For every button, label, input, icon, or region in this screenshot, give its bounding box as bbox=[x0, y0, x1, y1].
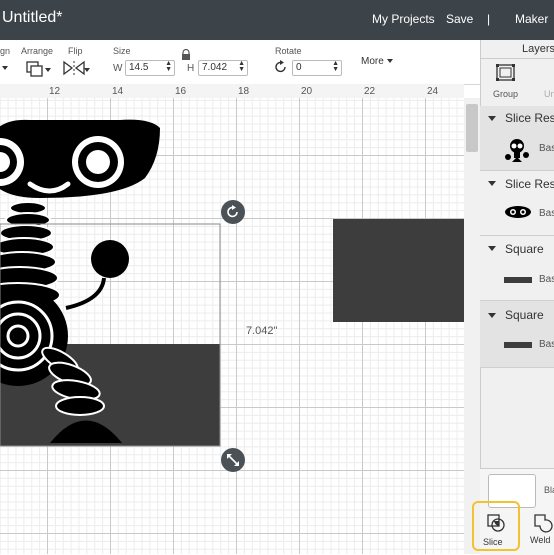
height-value: 7.042 bbox=[202, 62, 228, 73]
layer-item-slice-result-1[interactable]: Slice Res Bas bbox=[480, 106, 554, 171]
more-menu-button[interactable]: More bbox=[361, 56, 393, 67]
rotate-stepper-icon[interactable]: ▲ ▼ bbox=[332, 60, 339, 73]
ruler-tick: 12 bbox=[49, 86, 61, 97]
rectangle-thumbnail-icon bbox=[504, 277, 532, 283]
layer-item-slice-result-2[interactable]: Slice Res Bas bbox=[480, 171, 554, 236]
square-shape-2 bbox=[333, 219, 464, 322]
layer-name: Slice Res bbox=[505, 111, 554, 125]
horizontal-ruler: 12 14 16 18 20 22 24 bbox=[0, 84, 464, 99]
ruler-tick: 24 bbox=[427, 86, 439, 97]
align-dropdown-icon[interactable] bbox=[2, 66, 8, 70]
height-label: H bbox=[187, 63, 195, 74]
more-label: More bbox=[361, 56, 384, 67]
layers-panel-header: Layers bbox=[481, 40, 554, 59]
resize-handle[interactable] bbox=[221, 448, 245, 472]
rotate-input[interactable]: 0 ▲ ▼ bbox=[292, 60, 342, 76]
width-label: W bbox=[113, 63, 123, 74]
width-value: 14.5 bbox=[129, 62, 149, 73]
flip-button[interactable] bbox=[62, 59, 90, 77]
layers-bottom-toolbar: Bla Slice Weld bbox=[472, 468, 554, 555]
slice-button[interactable]: Slice bbox=[472, 501, 520, 551]
height-input[interactable]: 7.042 ▲ ▼ bbox=[198, 60, 248, 76]
layers-title: Layers bbox=[522, 43, 554, 55]
design-canvas[interactable]: 7.042" bbox=[0, 98, 464, 554]
weld-icon bbox=[534, 514, 553, 533]
group-icon bbox=[496, 64, 515, 81]
layer-sub-label: Bas bbox=[539, 339, 554, 350]
scrollbar-thumb[interactable] bbox=[466, 104, 478, 152]
size-label: Size bbox=[113, 46, 131, 56]
layer-item-square-2[interactable]: Square Bas bbox=[480, 301, 554, 368]
layer-sub-label: Bas bbox=[539, 274, 554, 285]
ruler-tick: 18 bbox=[238, 86, 250, 97]
align-label: gn bbox=[0, 46, 11, 56]
ruler-tick: 22 bbox=[364, 86, 376, 97]
collapse-icon[interactable] bbox=[488, 181, 496, 186]
ruler-tick: 14 bbox=[112, 86, 124, 97]
ruler-tick: 16 bbox=[175, 86, 187, 97]
layer-sub-label: Bas bbox=[539, 143, 554, 154]
collapse-icon[interactable] bbox=[488, 246, 496, 251]
weld-button[interactable]: Weld bbox=[528, 503, 554, 549]
arrange-button[interactable] bbox=[25, 59, 51, 77]
layer-name: Slice Res bbox=[505, 177, 554, 191]
weld-label: Weld bbox=[530, 535, 551, 545]
edit-toolbar: gn Arrange Flip Size W 14.5 ▲ ▼ H 7.042 ▲… bbox=[0, 40, 480, 85]
slice-label: Slice bbox=[483, 537, 503, 547]
canvas-artwork bbox=[0, 119, 464, 447]
rotate-handle-icon bbox=[227, 205, 238, 218]
rectangle-thumbnail-icon bbox=[504, 342, 532, 348]
my-projects-link[interactable]: My Projects bbox=[372, 12, 435, 26]
blank-canvas-label: Bla bbox=[544, 485, 554, 495]
document-title: Untitled* bbox=[2, 9, 63, 26]
layer-sub-label: Bas bbox=[539, 208, 554, 219]
app-header: Untitled* My Projects Save | Maker bbox=[0, 0, 554, 40]
save-button[interactable]: Save bbox=[446, 12, 473, 26]
resize-handle-icon bbox=[227, 454, 239, 466]
collapse-icon[interactable] bbox=[488, 313, 496, 318]
rotate-handle[interactable] bbox=[221, 200, 245, 224]
more-dropdown-icon bbox=[386, 59, 393, 64]
group-button[interactable]: Group bbox=[491, 62, 521, 100]
height-dimension-label: 7.042" bbox=[246, 325, 278, 337]
header-separator: | bbox=[487, 12, 491, 26]
lock-icon[interactable] bbox=[180, 48, 192, 60]
width-input[interactable]: 14.5 ▲ ▼ bbox=[125, 60, 175, 76]
arrange-icon bbox=[26, 61, 51, 77]
flip-icon bbox=[63, 60, 90, 76]
arrange-label: Arrange bbox=[21, 46, 54, 56]
ruler-tick: 20 bbox=[301, 86, 313, 97]
layer-name: Square bbox=[505, 308, 544, 322]
rotate-icon bbox=[274, 60, 288, 74]
width-stepper-icon[interactable]: ▲ ▼ bbox=[165, 60, 172, 73]
collapse-icon[interactable] bbox=[488, 116, 496, 121]
layer-name: Square bbox=[505, 242, 544, 256]
robot-thumbnail-icon bbox=[504, 138, 530, 162]
canvas-scrollbar[interactable] bbox=[464, 98, 480, 554]
layer-item-square-1[interactable]: Square Bas bbox=[480, 236, 554, 301]
height-stepper-icon[interactable]: ▲ ▼ bbox=[238, 60, 245, 73]
rotate-label: Rotate bbox=[275, 46, 302, 56]
group-label: Group bbox=[493, 89, 519, 99]
rotate-value: 0 bbox=[296, 62, 302, 73]
flip-label: Flip bbox=[68, 46, 83, 56]
eyes-thumbnail-icon bbox=[504, 205, 532, 219]
slice-icon bbox=[487, 514, 505, 532]
machine-selector[interactable]: Maker bbox=[515, 12, 548, 26]
ungroup-label[interactable]: Un bbox=[544, 89, 554, 99]
